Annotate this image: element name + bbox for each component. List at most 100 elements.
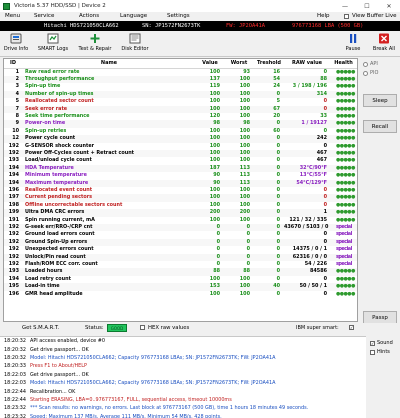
- attribute-name: Offline uncorrectable sectors count: [25, 201, 123, 208]
- table-row[interactable]: 196 Reallocated event count 100 100 0 0 ●●●●●: [4, 187, 357, 194]
- attribute-value: 100: [209, 216, 220, 223]
- table-row[interactable]: 192 Unlock/Pin read count 0 0 0 62316 / 0 / 0…: [4, 253, 357, 262]
- menu-item-actions[interactable]: Actions: [79, 13, 99, 19]
- menu-item-service[interactable]: Service: [34, 13, 54, 19]
- view-buffer-checkbox[interactable]: [344, 14, 349, 19]
- table-row[interactable]: 193 Load/unload cycle count 100 100 0 467 ●●●●…: [4, 157, 357, 164]
- status-indicator: GOOD: [107, 324, 127, 332]
- attribute-name: GMR head amplitude: [25, 290, 83, 297]
- table-row[interactable]: 7 Seek error rate 100 100 67 0 ●●●●●: [4, 105, 357, 113]
- table-row[interactable]: 12 Power cycle count 100 100 0 242 ●●●●●: [4, 135, 357, 143]
- attribute-name: Flash/ROM ECC corr. count: [25, 261, 98, 268]
- get-smart-button[interactable]: Get S.M.A.R.T.: [22, 325, 59, 331]
- attribute-raw: 467: [316, 157, 327, 164]
- attribute-health: special: [330, 253, 357, 262]
- recall-button[interactable]: Recall: [363, 120, 397, 133]
- column-header-name[interactable]: Name: [22, 59, 196, 69]
- column-header-id[interactable]: ID: [4, 59, 22, 69]
- table-row[interactable]: 199 Ultra DMA CRC errors 200 200 0 1 ●●●●●: [4, 209, 357, 217]
- hints-label: Hints: [377, 349, 390, 355]
- minimize-button[interactable]: —: [334, 0, 356, 12]
- table-row[interactable]: 9 Power-on time 98 98 0 1 / 19127 ●●●●●: [4, 120, 357, 128]
- table-row[interactable]: 192 Power Off-Cycles count + Retract coun…: [4, 149, 357, 158]
- attribute-value: 100: [209, 98, 220, 105]
- close-button[interactable]: ✕: [378, 0, 400, 12]
- attribute-id: 194: [8, 275, 19, 282]
- attribute-threshold: 0: [254, 253, 284, 262]
- attribute-name: Power-on time: [22, 120, 196, 128]
- attribute-value: 98: [196, 120, 224, 128]
- pause-button[interactable]: Pause: [341, 33, 365, 56]
- menu-item-language[interactable]: Language: [120, 13, 147, 19]
- attribute-worst: 0: [246, 261, 250, 268]
- table-row[interactable]: 10 Spin-up retries 100 100 60 0 ●●●●●: [4, 128, 357, 135]
- table-row[interactable]: 192 Unexpected errors count 0 0 0 14375 / 0 /…: [4, 246, 357, 253]
- attribute-worst: 100: [239, 112, 250, 119]
- attribute-health: ●●●●●: [330, 75, 357, 84]
- attribute-value: 0: [216, 261, 220, 268]
- maximize-button[interactable]: ☐: [356, 0, 378, 12]
- menu-item-help[interactable]: Help: [317, 13, 330, 19]
- table-row[interactable]: 196 GMR head amplitude 100 100 0 0 ●●●●●: [4, 291, 357, 298]
- table-row[interactable]: 3 Spin-up time 119 100 24 3 / 198 / 196 ●●●●●: [4, 83, 357, 90]
- table-row[interactable]: 2 Throughput performance 137 100 54 88 ●●●●●: [4, 75, 357, 84]
- sound-option[interactable]: ✓ Sound: [370, 340, 393, 346]
- hints-checkbox[interactable]: [370, 349, 375, 355]
- table-row[interactable]: 4 Number of spin-up times 100 100 0 314 ●●●●●: [4, 90, 357, 99]
- table-row[interactable]: 1 Raw read error rate 100 93 16 0 ●●●●●: [4, 68, 357, 76]
- table-row[interactable]: 193 Loaded hours 88 88 0 84586 ●●●●●: [4, 268, 357, 276]
- table-row[interactable]: 192 Flash/ROM ECC corr. count 0 0 0 54 / 226 s…: [4, 261, 357, 268]
- attribute-health: ●●●●●: [330, 149, 357, 158]
- hex-raw-checkbox[interactable]: [140, 325, 145, 330]
- table-row[interactable]: 197 Current pending sectors 100 100 0 0 ●●●●●: [4, 194, 357, 202]
- pio-radio[interactable]: PIO: [363, 70, 378, 76]
- test-repair-button[interactable]: Test & Repair: [75, 33, 115, 56]
- log-entry: 18:23:32 *** Scan results: no warnings, n…: [0, 404, 366, 412]
- table-row[interactable]: 192 G-SENSOR shock counter 100 100 0 0 ●●●●●: [4, 143, 357, 150]
- menu-item-settings[interactable]: Settings: [167, 13, 190, 19]
- event-log[interactable]: 18:20:32 API access enabled, device #0 18:…: [0, 336, 366, 418]
- smart-logs-button[interactable]: SMART Logs: [38, 33, 68, 56]
- pio-radio-circle[interactable]: [363, 70, 368, 76]
- disk-editor-button[interactable]: Disk Editor: [120, 33, 150, 56]
- column-header-health[interactable]: Health: [330, 59, 357, 69]
- table-row[interactable]: 5 Reallocated sector count 100 100 5 0 ●●●●●: [4, 98, 357, 105]
- sound-checkbox[interactable]: ✓: [370, 340, 375, 346]
- table-row[interactable]: 194 Load retry count 100 100 0 0 ●●●●●: [4, 276, 357, 283]
- column-header-value[interactable]: Value: [196, 59, 224, 69]
- break-all-button[interactable]: Break All: [370, 33, 398, 56]
- column-header-worst[interactable]: Worst: [224, 59, 254, 69]
- api-radio[interactable]: API: [363, 61, 378, 67]
- api-radio-circle[interactable]: [363, 61, 368, 67]
- column-header-raw[interactable]: RAW value: [284, 59, 330, 69]
- attribute-name: Ultra DMA CRC errors: [22, 209, 196, 217]
- table-row[interactable]: 194 Minimum temperature 90 113 0 13°C/55°F ●●●…: [4, 172, 357, 179]
- column-header-threshold[interactable]: Treshold: [254, 59, 284, 69]
- table-row[interactable]: 192 Ground Spin-Up errors 0 0 0 0 special: [4, 238, 357, 247]
- table-row[interactable]: 8 Seek time performance 120 100 20 33 ●●●●●: [4, 113, 357, 120]
- table-row[interactable]: 194 HDA Temperature 187 113 0 32°C/90°F ●●●●●: [4, 164, 357, 173]
- attribute-health: ●●●●●: [336, 112, 355, 119]
- attribute-worst: 98: [224, 120, 254, 128]
- api-label: API: [370, 61, 378, 67]
- table-row[interactable]: 192 G-seek err/RRO-/CRP cnt 0 0 0 43670 / 510…: [4, 224, 357, 232]
- attribute-name: Load retry count: [25, 275, 71, 282]
- table-row[interactable]: 191 Spin running current, mA 100 100 0 121 / …: [4, 217, 357, 224]
- table-row[interactable]: 194 Maximum temperature 90 113 0 54°C/129°F ●●…: [4, 179, 357, 187]
- log-time: 18:20:32: [4, 346, 26, 353]
- sleep-button[interactable]: Sleep: [363, 94, 397, 107]
- attribute-worst: 0: [224, 253, 254, 262]
- table-row[interactable]: 195 Load-in time 153 100 40 50 / 50 / 1 ●●●●●: [4, 283, 357, 291]
- menu-item-menu[interactable]: Menu: [5, 13, 20, 19]
- attribute-health: ●●●●●: [336, 142, 355, 149]
- ibm-super-smart-checkbox[interactable]: ✓: [349, 325, 354, 330]
- table-row[interactable]: 192 Ground load errors count 0 0 0 0 special: [4, 231, 357, 238]
- table-row[interactable]: 198 Offline uncorrectable sectors count 10…: [4, 202, 357, 209]
- hints-option[interactable]: Hints: [370, 349, 390, 355]
- attribute-name: Power cycle count: [22, 135, 196, 143]
- smart-table-panel[interactable]: ID Name Value Worst Treshold RAW value H…: [3, 58, 358, 322]
- drive-info-button[interactable]: Drive Info: [4, 33, 28, 56]
- attribute-id: 7: [4, 105, 22, 113]
- attribute-health: ●●●●●: [330, 105, 357, 113]
- attribute-threshold: 67: [254, 105, 284, 113]
